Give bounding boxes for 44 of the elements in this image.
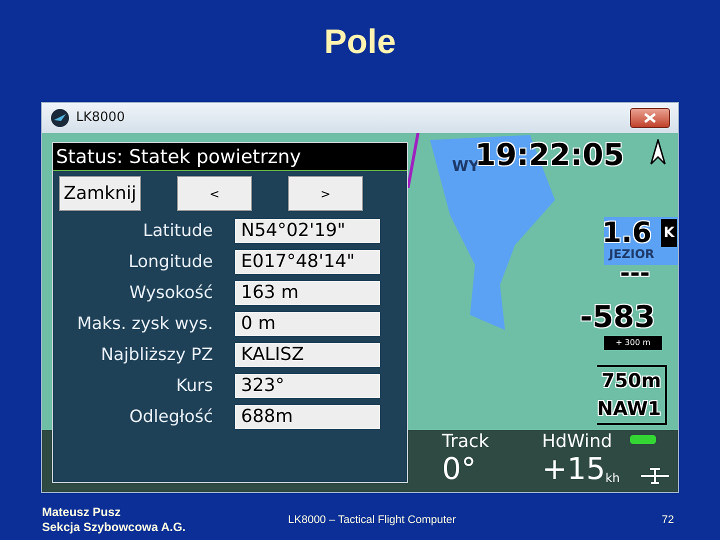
waypoint-text: NAW1: [597, 397, 661, 422]
field-label: Odległość: [128, 406, 213, 429]
field-label: Longitude: [127, 251, 213, 274]
altitude-note: + 300 m: [604, 336, 662, 350]
field-label: Maks. zysk wys.: [76, 313, 213, 336]
battery-indicator: [630, 435, 656, 444]
field-value: 688m: [235, 405, 380, 429]
airspace-line: [406, 133, 420, 188]
glider-logo-icon: [50, 108, 70, 128]
field-value: E017°48'14": [235, 250, 380, 274]
field-value: 323°: [235, 374, 380, 398]
map-label: JEZIOR: [609, 246, 654, 263]
field-label: Kurs: [175, 375, 213, 398]
window-title: LK8000: [76, 109, 125, 128]
page-number: 72: [662, 512, 674, 528]
infobox-unit: kh: [605, 470, 620, 486]
field-value: 163 m: [235, 281, 380, 305]
footer-author: Sekcja Szybowcowa A.G.: [42, 520, 187, 535]
field-label: Najbliższy PZ: [100, 344, 213, 367]
footer-author: Mateusz Pusz: [42, 505, 122, 520]
plane-icon: [640, 466, 670, 484]
infobox-label: Track: [442, 430, 490, 454]
field-value: KALISZ: [235, 343, 380, 367]
dialog-button[interactable]: >: [288, 176, 363, 211]
dialog-button[interactable]: Zamknij: [59, 176, 141, 211]
waypoint-text: 750m: [602, 369, 661, 394]
field-label: Latitude: [142, 220, 213, 243]
dashes-text: ---: [620, 261, 650, 285]
footer-title: LK8000 – Tactical Flight Computer: [288, 512, 456, 528]
altitude-difference: -583: [580, 303, 656, 333]
infobox-value: 0°: [442, 454, 476, 486]
infobox-value: +15: [542, 454, 606, 486]
north-arrow-icon: [650, 139, 666, 165]
distance-value: 1.6: [602, 219, 652, 247]
distance-unit: K: [661, 219, 677, 247]
close-button[interactable]: [630, 108, 670, 128]
dialog-title: Status: Statek powietrzny: [53, 143, 407, 171]
slide-title: Pole: [324, 22, 396, 63]
dialog-button[interactable]: <: [177, 176, 252, 211]
field-value: 0 m: [235, 312, 380, 336]
close-icon: [644, 113, 656, 123]
field-label: Wysokość: [128, 282, 213, 305]
field-value: N54°02'19": [235, 219, 380, 243]
infobox-label: HdWind: [542, 430, 614, 454]
